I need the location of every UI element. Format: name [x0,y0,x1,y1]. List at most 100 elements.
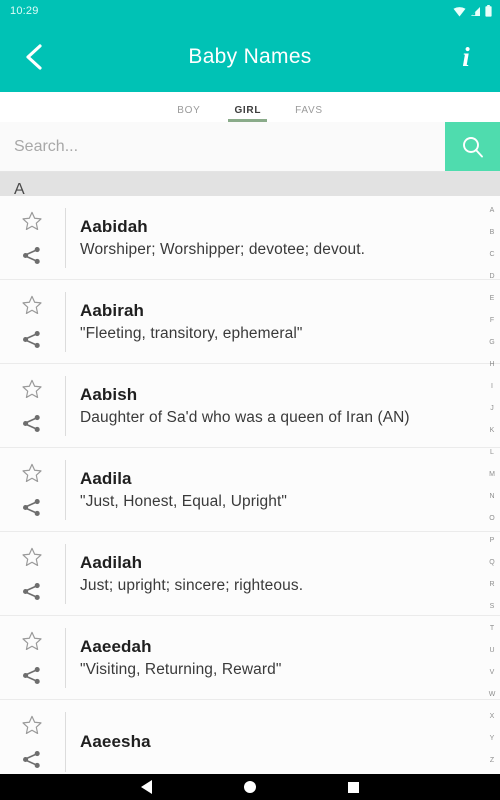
star-outline-icon [21,211,42,231]
alphabet-index-letter[interactable]: C [489,251,494,258]
alphabet-index-letter[interactable]: J [490,405,494,412]
name-list-item[interactable]: Aabish Daughter of Sa'd who was a queen o… [0,364,500,448]
share-button[interactable] [19,746,45,772]
alphabet-index-letter[interactable]: A [490,207,495,214]
star-outline-icon [21,715,42,735]
alphabet-index-letter[interactable]: B [490,229,495,236]
alphabet-index-scrollbar[interactable]: A B C D E F G H I J K L M N O P Q R S T U V W X Y Z [484,196,500,774]
row-text: Aaeesha [66,712,500,772]
favorite-button[interactable] [19,208,45,234]
name-list-item[interactable]: Aabidah Worshiper; Worshipper; devotee; d… [0,196,500,280]
name-meaning: Daughter of Sa'd who was a queen of Iran… [80,409,410,426]
share-icon [23,498,40,516]
favorite-button[interactable] [19,376,45,402]
name-meaning: "Fleeting, transitory, ephemeral" [80,325,303,342]
name-title: Aadilah [80,553,143,572]
alphabet-index-letter[interactable]: F [490,317,494,324]
tab-bar: BOY GIRL FAVS [0,92,500,122]
name-list-item[interactable]: Aabirah "Fleeting, transitory, ephemeral" [0,280,500,364]
names-list[interactable]: Aabidah Worshiper; Worshipper; devotee; d… [0,196,500,774]
alphabet-index-letter[interactable]: R [489,581,494,588]
name-title: Aaeesha [80,732,151,751]
favorite-button[interactable] [19,460,45,486]
favorite-button[interactable] [19,292,45,318]
alphabet-index-letter[interactable]: V [490,669,495,676]
row-action-group [0,628,66,688]
app-bar: Baby Names i [0,22,500,92]
search-icon [462,136,483,157]
name-title: Aabirah [80,301,144,320]
alphabet-index-letter[interactable]: U [489,647,494,654]
share-button[interactable] [19,242,45,268]
alphabet-index-letter[interactable]: O [489,515,494,522]
alphabet-index-letter[interactable]: Y [490,735,495,742]
star-outline-icon [21,547,42,567]
alphabet-index-letter[interactable]: Q [489,559,494,566]
tab-boy[interactable]: BOY [173,105,204,122]
row-text: Aabirah "Fleeting, transitory, ephemeral" [66,292,500,352]
share-button[interactable] [19,662,45,688]
nav-back-icon [141,780,152,794]
tab-favs[interactable]: FAVS [291,105,327,122]
row-text: Aadilah Just; upright; sincere; righteous… [66,544,500,604]
row-text: Aadila "Just, Honest, Equal, Upright" [66,460,500,520]
share-icon [23,666,40,684]
info-button[interactable]: i [446,37,486,77]
alphabet-index-letter[interactable]: K [490,427,495,434]
status-bar: 10:29 [0,0,500,22]
alphabet-index-letter[interactable]: W [489,691,496,698]
share-button[interactable] [19,578,45,604]
name-title: Aadila [80,469,132,488]
alphabet-index-letter[interactable]: D [489,273,494,280]
search-button[interactable] [445,122,500,171]
alphabet-index-letter[interactable]: E [490,295,495,302]
status-time: 10:29 [10,5,39,17]
row-action-group [0,376,66,436]
nav-back-button[interactable] [141,780,152,794]
name-list-item[interactable]: Aadila "Just, Honest, Equal, Upright" [0,448,500,532]
alphabet-index-letter[interactable]: Z [490,757,494,764]
row-text: Aabidah Worshiper; Worshipper; devotee; d… [66,208,500,268]
search-input[interactable] [0,122,445,171]
share-icon [23,582,40,600]
search-bar [0,122,500,172]
row-action-group [0,544,66,604]
nav-recents-button[interactable] [348,781,359,793]
row-action-group [0,208,66,268]
row-text: Aaeedah "Visiting, Returning, Reward" [66,628,500,688]
nav-home-button[interactable] [244,781,256,793]
star-outline-icon [21,631,42,651]
share-button[interactable] [19,410,45,436]
name-list-item[interactable]: Aaeedah "Visiting, Returning, Reward" [0,616,500,700]
nav-home-icon [244,781,256,793]
favorite-button[interactable] [19,544,45,570]
name-list-item[interactable]: Aaeesha [0,700,500,774]
alphabet-index-letter[interactable]: L [490,449,494,456]
star-outline-icon [21,463,42,483]
alphabet-index-letter[interactable]: X [490,713,495,720]
nav-recents-icon [348,781,359,793]
name-list-item[interactable]: Aadilah Just; upright; sincere; righteous… [0,532,500,616]
alphabet-index-letter[interactable]: I [491,383,493,390]
alphabet-index-letter[interactable]: G [489,339,494,346]
alphabet-index-letter[interactable]: S [490,603,495,610]
alphabet-index-letter[interactable]: N [489,493,494,500]
alphabet-index-letter[interactable]: P [490,537,495,544]
favorite-button[interactable] [19,628,45,654]
name-meaning: "Just, Honest, Equal, Upright" [80,493,287,510]
name-title: Aaeedah [80,637,152,656]
share-button[interactable] [19,326,45,352]
share-icon [23,330,40,348]
favorite-button[interactable] [19,712,45,738]
back-button[interactable] [14,37,54,77]
info-icon: i [462,41,470,72]
name-meaning: Just; upright; sincere; righteous. [80,577,304,594]
name-title: Aabish [80,385,138,404]
star-outline-icon [21,379,42,399]
share-button[interactable] [19,494,45,520]
alphabet-index-letter[interactable]: T [490,625,494,632]
alphabet-index-letter[interactable]: M [489,471,495,478]
tab-girl[interactable]: GIRL [228,105,267,122]
row-text: Aabish Daughter of Sa'd who was a queen o… [66,376,500,436]
alphabet-index-letter[interactable]: H [489,361,494,368]
